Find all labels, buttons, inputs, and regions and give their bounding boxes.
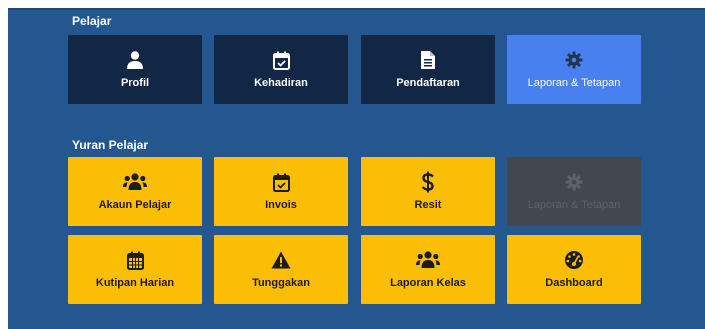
- tile-label: Laporan Kelas: [390, 277, 466, 289]
- tile-label: Pendaftaran: [396, 77, 460, 89]
- calendar-icon: [126, 250, 144, 270]
- tile-akaun-pelajar[interactable]: Akaun Pelajar: [68, 157, 202, 226]
- tile-label: Kehadiran: [254, 77, 308, 89]
- tile-tunggakan[interactable]: Tunggakan: [214, 235, 348, 304]
- warning-icon: [271, 250, 291, 270]
- tile-label: Resit: [414, 199, 442, 211]
- calendar-check-icon: [272, 172, 290, 192]
- tile-label: Kutipan Harian: [95, 277, 175, 289]
- calendar-check-icon: [272, 50, 290, 70]
- gear-icon: [565, 50, 583, 70]
- tile-laporan-tetapan[interactable]: Laporan & Tetapan: [507, 35, 641, 104]
- tile-profil[interactable]: Profil: [68, 35, 202, 104]
- section-title-yuran-pelajar: Yuran Pelajar: [72, 138, 149, 152]
- dashboard-icon: [564, 250, 584, 270]
- tile-invois[interactable]: Invois: [214, 157, 348, 226]
- tile-label: Dashboard: [545, 277, 603, 289]
- tile-laporan-tetapan-disabled: Laporan & Tetapan: [507, 157, 641, 226]
- section-title-pelajar: Pelajar: [72, 14, 112, 28]
- tile-kehadiran[interactable]: Kehadiran: [214, 35, 348, 104]
- gear-icon: [565, 172, 583, 192]
- tile-label: Profil: [120, 77, 150, 89]
- tile-label: Akaun Pelajar: [98, 199, 172, 211]
- users-icon: [123, 172, 147, 192]
- tile-label: Laporan & Tetapan: [527, 199, 621, 211]
- tile-kutipan-harian[interactable]: Kutipan Harian: [68, 235, 202, 304]
- tile-dashboard[interactable]: Dashboard: [507, 235, 641, 304]
- tile-label: Laporan & Tetapan: [527, 77, 621, 89]
- tile-label: Invois: [265, 199, 297, 211]
- tile-pendaftaran[interactable]: Pendaftaran: [361, 35, 495, 104]
- tile-laporan-kelas[interactable]: Laporan Kelas: [361, 235, 495, 304]
- users-icon: [416, 250, 440, 270]
- document-icon: [421, 50, 435, 70]
- tile-label: Tunggakan: [252, 277, 310, 289]
- tile-resit[interactable]: Resit: [361, 157, 495, 226]
- top-divider: [8, 8, 705, 10]
- dollar-icon: [421, 171, 435, 193]
- user-icon: [127, 50, 143, 70]
